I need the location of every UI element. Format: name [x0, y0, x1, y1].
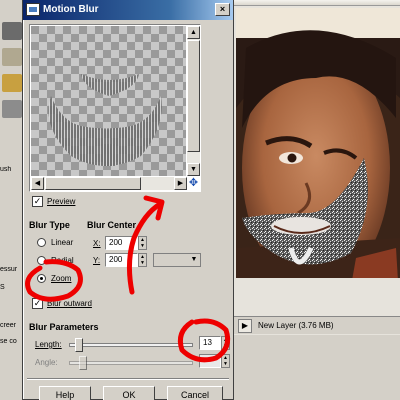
scrollbar-thumb[interactable]: [45, 177, 141, 190]
image-window-titlebar: [232, 0, 400, 6]
app-icon: [26, 3, 40, 16]
x-label: X:: [93, 239, 101, 248]
close-button[interactable]: ×: [215, 3, 230, 16]
y-spin-buttons[interactable]: ▲ ▼: [138, 253, 147, 267]
unit-dropdown[interactable]: ▼: [153, 253, 201, 267]
toolbox-option-text: creer: [0, 322, 16, 329]
toolbox-option-text: essur: [0, 266, 18, 273]
scroll-right-icon[interactable]: ▶: [174, 177, 187, 190]
image-canvas[interactable]: [236, 8, 400, 314]
preview-checkbox[interactable]: ✓: [32, 196, 43, 207]
blur-center-heading: Blur Center: [87, 220, 137, 230]
preview-horizontal-scrollbar[interactable]: ◀ ▶: [31, 177, 187, 190]
radio-radial[interactable]: [37, 256, 46, 265]
tool-icon[interactable]: [2, 100, 22, 118]
radio-linear[interactable]: [37, 238, 46, 247]
button-separator: [27, 378, 229, 380]
radio-linear-label: Linear: [51, 238, 74, 247]
toolbox-option-text: ush: [0, 166, 12, 173]
face-photo: [236, 8, 400, 314]
toolbox-option-text: se co: [0, 338, 17, 345]
layer-menu-arrow-icon[interactable]: ▶: [238, 319, 252, 333]
length-slider[interactable]: [69, 343, 193, 347]
x-spin-buttons[interactable]: ▲ ▼: [138, 236, 147, 250]
scroll-left-icon[interactable]: ◀: [31, 177, 44, 190]
image-status-bar: ▶ New Layer (3.76 MB): [232, 316, 400, 334]
radio-zoom-label: Zoom: [51, 274, 72, 283]
angle-input: [199, 354, 221, 368]
scroll-down-icon[interactable]: ▼: [187, 163, 200, 176]
angle-spin-buttons: ▲ ▼: [221, 354, 230, 368]
length-slider-handle[interactable]: [74, 338, 83, 352]
blurred-beard-preview: [48, 74, 162, 166]
dialog-title: Motion Blur: [43, 4, 99, 15]
radio-zoom[interactable]: [37, 274, 46, 283]
empty-workspace: [232, 335, 400, 400]
tool-icon[interactable]: [2, 22, 22, 40]
ok-button[interactable]: OK: [103, 386, 155, 400]
cancel-button[interactable]: Cancel: [167, 386, 223, 400]
tool-icon[interactable]: [2, 48, 22, 66]
angle-slider: [69, 361, 193, 365]
motion-blur-dialog: Motion Blur × ▲ ▼ ◀ ▶ ✥ ✓ Preview Blur T…: [22, 0, 234, 400]
preview-area: ▲ ▼ ◀ ▶ ✥: [29, 24, 201, 192]
navigate-icon[interactable]: ✥: [187, 177, 200, 190]
y-label: Y:: [93, 256, 101, 265]
toolbox-option-text: S: [0, 284, 5, 291]
scrollbar-thumb[interactable]: [187, 40, 200, 152]
radio-radial-label: Radial: [51, 256, 74, 265]
length-label: Length:: [35, 340, 62, 349]
help-button[interactable]: Help: [39, 386, 91, 400]
angle-slider-handle: [79, 356, 87, 370]
x-input[interactable]: 200: [105, 236, 138, 250]
blur-type-heading: Blur Type: [29, 220, 70, 230]
length-input[interactable]: 13: [199, 336, 221, 350]
brush-tool-icon[interactable]: [2, 74, 22, 92]
blur-parameters-heading: Blur Parameters: [29, 322, 99, 332]
blur-outward-checkbox[interactable]: ✓: [32, 298, 43, 309]
length-spin-buttons[interactable]: ▲ ▼: [221, 336, 230, 350]
dialog-titlebar[interactable]: Motion Blur ×: [23, 0, 233, 20]
chevron-down-icon: ▼: [190, 256, 198, 263]
scroll-up-icon[interactable]: ▲: [187, 26, 200, 39]
preview-label: Preview: [47, 197, 76, 206]
blur-outward-label: Blur outward: [47, 299, 92, 308]
preview-vertical-scrollbar[interactable]: ▲ ▼: [187, 26, 200, 176]
y-input[interactable]: 200: [105, 253, 138, 267]
angle-label: Angle:: [35, 358, 58, 367]
preview-canvas[interactable]: [31, 26, 186, 176]
image-window: ▶ New Layer (3.76 MB): [232, 0, 400, 400]
layer-status-text: New Layer (3.76 MB): [258, 321, 334, 330]
